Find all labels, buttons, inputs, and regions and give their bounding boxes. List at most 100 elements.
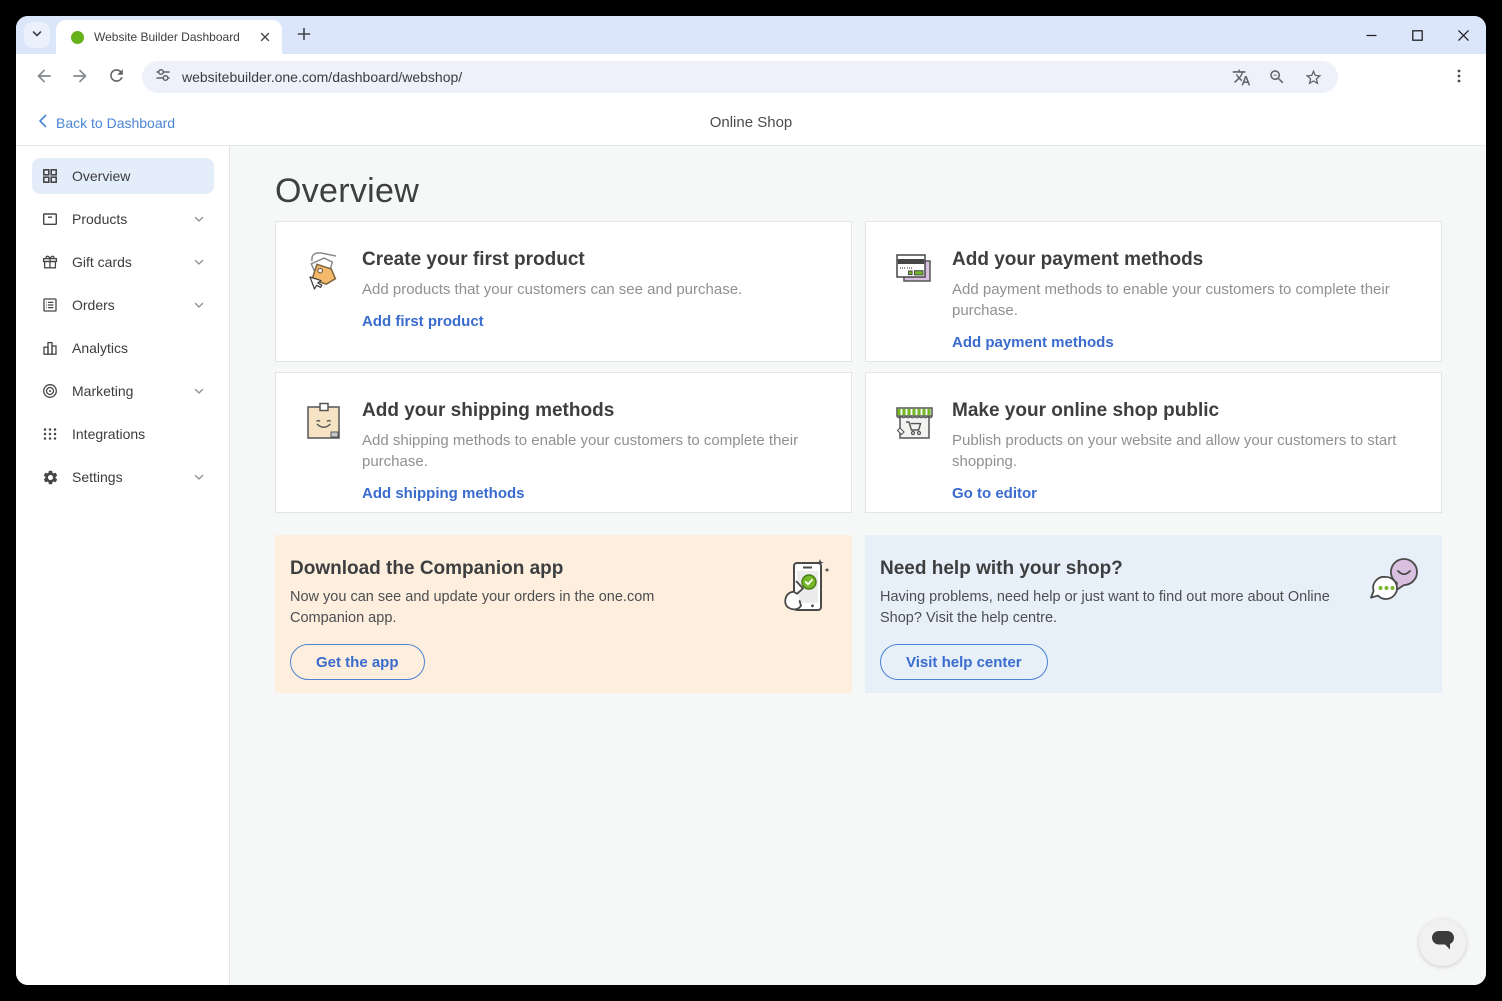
sidebar-item-label: Analytics (72, 340, 128, 356)
sidebar-item-marketing[interactable]: Marketing (32, 373, 214, 409)
sidebar-item-gift-cards[interactable]: Gift cards (32, 244, 214, 280)
browser-window: Website Builder Dashboard (16, 16, 1486, 985)
back-link-label: Back to Dashboard (56, 115, 175, 131)
banner-title: Download the Companion app (290, 558, 832, 580)
sidebar-item-products[interactable]: Products (32, 201, 214, 237)
kebab-menu-icon (1451, 68, 1467, 87)
tab-search-button[interactable] (24, 22, 50, 48)
target-icon (41, 382, 59, 400)
address-bar-actions (1228, 64, 1330, 90)
card-description: Add products that your customers can see… (362, 279, 742, 300)
price-tag-icon (300, 247, 348, 295)
sidebar-item-label: Marketing (72, 383, 133, 399)
sidebar-item-integrations[interactable]: Integrations (32, 416, 214, 452)
banner-description: Now you can see and update your orders i… (290, 587, 720, 628)
close-button[interactable] (1440, 16, 1486, 54)
card-title: Add your payment methods (952, 249, 1417, 271)
arrow-right-icon (70, 66, 90, 89)
onboarding-cards: Create your first product Add products t… (275, 221, 1442, 513)
reload-icon (107, 66, 126, 88)
browser-tab[interactable]: Website Builder Dashboard (56, 20, 282, 54)
add-first-product-link[interactable]: Add first product (362, 313, 484, 330)
card-description: Add shipping methods to enable your cust… (362, 430, 827, 472)
companion-app-banner: Download the Companion app Now you can s… (275, 535, 852, 693)
card-title: Add your shipping methods (362, 400, 827, 422)
back-to-dashboard-link[interactable]: Back to Dashboard (38, 114, 175, 131)
get-the-app-button[interactable]: Get the app (290, 644, 425, 680)
dots-grid-icon (41, 425, 59, 443)
url-text[interactable]: websitebuilder.one.com/dashboard/webshop… (182, 69, 462, 85)
chevron-down-icon (30, 27, 44, 44)
sidebar-item-settings[interactable]: Settings (32, 459, 214, 495)
arrow-left-icon (34, 66, 54, 89)
new-tab-button[interactable] (290, 21, 318, 49)
card-description: Publish products on your website and all… (952, 430, 1417, 472)
back-button[interactable] (27, 60, 61, 94)
card-shop-public: Make your online shop public Publish pro… (865, 372, 1442, 513)
shipping-box-icon (300, 398, 348, 446)
chat-bubble-icon (1431, 930, 1455, 956)
bookmark-star-icon[interactable] (1300, 64, 1326, 90)
address-bar[interactable]: websitebuilder.one.com/dashboard/webshop… (142, 61, 1338, 93)
chevron-down-icon (193, 299, 205, 311)
chevron-down-icon (193, 256, 205, 268)
main-content: Overview Create your first (230, 146, 1486, 985)
tab-title: Website Builder Dashboard (94, 30, 256, 44)
translate-icon[interactable] (1228, 64, 1254, 90)
plus-icon (296, 26, 312, 45)
card-title: Make your online shop public (952, 400, 1417, 422)
chevron-down-icon (193, 213, 205, 225)
sidebar-item-label: Settings (72, 469, 123, 485)
minimize-button[interactable] (1348, 16, 1394, 54)
help-chat-icon (1364, 555, 1420, 614)
credit-card-icon (890, 247, 938, 295)
chat-launcher-button[interactable] (1419, 919, 1466, 966)
visit-help-center-button[interactable]: Visit help center (880, 644, 1048, 680)
help-banner: Need help with your shop? Having problem… (865, 535, 1442, 693)
page-title: Overview (275, 172, 1442, 211)
chevron-left-icon (38, 114, 47, 131)
banner-description: Having problems, need help or just want … (880, 587, 1355, 628)
chevron-down-icon (193, 385, 205, 397)
app-top-bar: Online Shop Back to Dashboard (16, 100, 1486, 146)
card-create-product: Create your first product Add products t… (275, 221, 852, 362)
forward-button[interactable] (63, 60, 97, 94)
add-payment-methods-link[interactable]: Add payment methods (952, 334, 1114, 351)
card-payment-methods: Add your payment methods Add payment met… (865, 221, 1442, 362)
sidebar: Overview Products Gift cards (16, 146, 230, 985)
reload-button[interactable] (99, 60, 133, 94)
go-to-editor-link[interactable]: Go to editor (952, 485, 1037, 502)
card-description: Add payment methods to enable your custo… (952, 279, 1417, 321)
sidebar-item-orders[interactable]: Orders (32, 287, 214, 323)
gift-icon (41, 253, 59, 271)
browser-menu-button[interactable] (1442, 60, 1476, 94)
promo-banners: Download the Companion app Now you can s… (275, 535, 1442, 693)
add-shipping-methods-link[interactable]: Add shipping methods (362, 485, 525, 502)
sidebar-item-label: Integrations (72, 426, 145, 442)
list-icon (41, 296, 59, 314)
maximize-button[interactable] (1394, 16, 1440, 54)
box-icon (41, 210, 59, 228)
card-shipping-methods: Add your shipping methods Add shipping m… (275, 372, 852, 513)
storefront-icon (890, 398, 938, 446)
sidebar-item-label: Overview (72, 168, 130, 184)
sidebar-item-label: Orders (72, 297, 115, 313)
bar-chart-icon (41, 339, 59, 357)
grid-icon (41, 167, 59, 185)
content-area: Overview Products Gift cards (16, 146, 1486, 985)
companion-app-icon (772, 555, 830, 622)
tab-close-icon[interactable] (256, 28, 274, 46)
gear-icon (41, 468, 59, 486)
sidebar-item-analytics[interactable]: Analytics (32, 330, 214, 366)
site-settings-icon[interactable] (154, 66, 172, 89)
card-title: Create your first product (362, 249, 742, 271)
zoom-out-icon[interactable] (1264, 64, 1290, 90)
banner-title: Need help with your shop? (880, 558, 1422, 580)
sidebar-item-label: Products (72, 211, 127, 227)
chevron-down-icon (193, 471, 205, 483)
page-header-title: Online Shop (16, 114, 1486, 131)
browser-toolbar: websitebuilder.one.com/dashboard/webshop… (16, 54, 1486, 100)
sidebar-item-overview[interactable]: Overview (32, 158, 214, 194)
window-controls (1348, 16, 1486, 54)
browser-tab-strip: Website Builder Dashboard (16, 16, 1486, 54)
